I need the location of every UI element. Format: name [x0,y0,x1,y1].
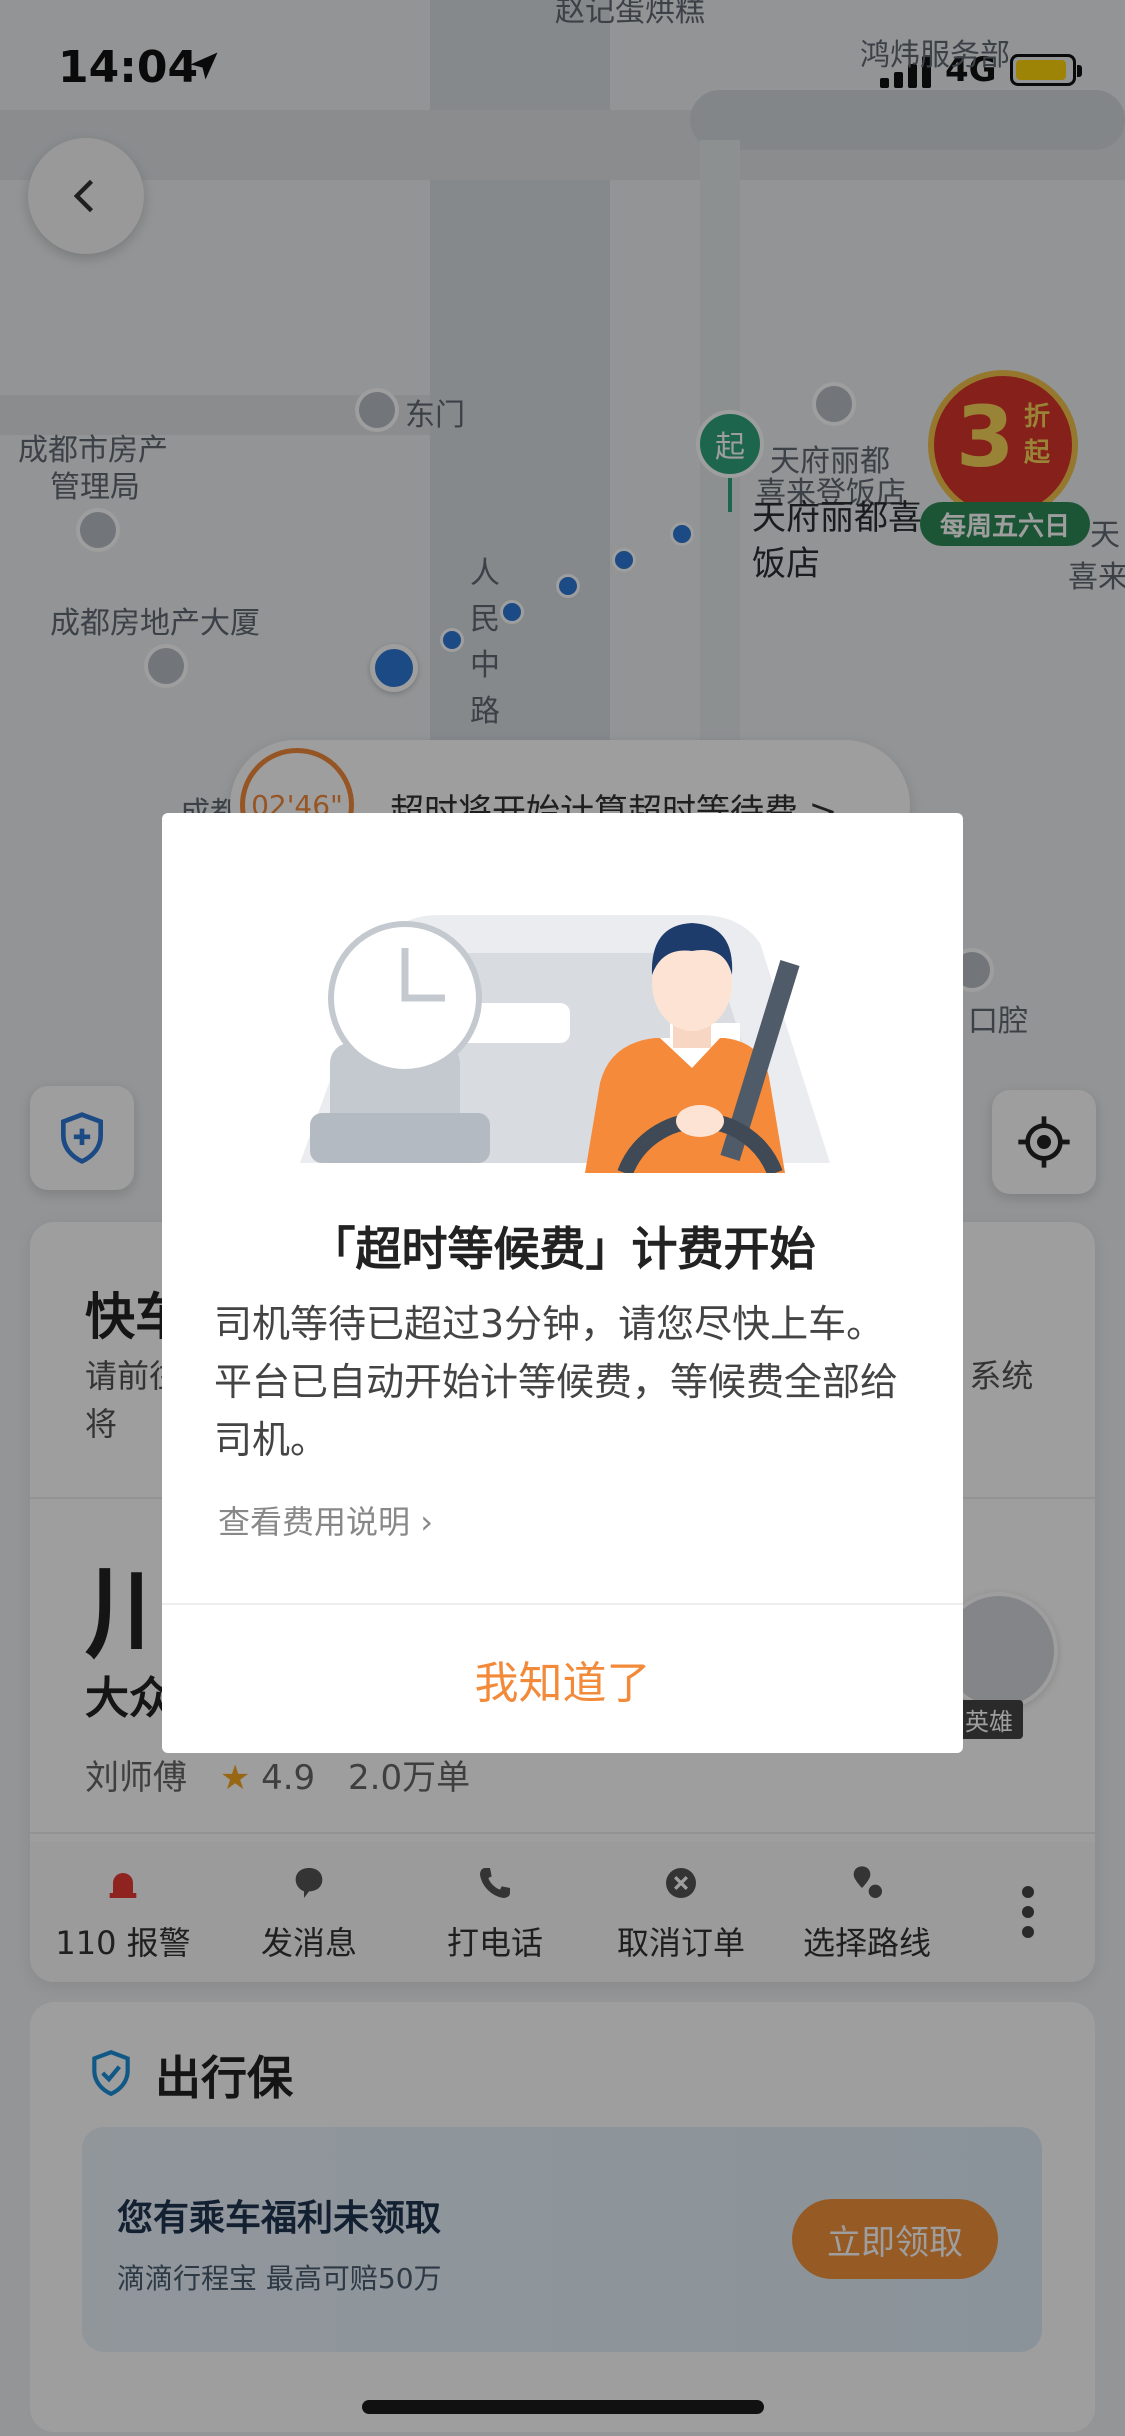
dialog-title: 「超时等候费」计费开始 [309,1222,816,1276]
driver-waiting-illustration [300,915,830,1173]
wait-fee-dialog: 「超时等候费」计费开始 司机等待已超过3分钟，请您尽快上车。平台已自动开始计等候… [162,813,963,1753]
chevron-right-icon: › [420,1503,433,1541]
dialog-body: 司机等待已超过3分钟，请您尽快上车。平台已自动开始计等候费，等候费全部给司机。 [214,1302,899,1462]
fee-explanation-label: 查看费用说明 [218,1503,411,1541]
home-indicator [362,2400,764,2414]
fee-explanation-link[interactable]: 查看费用说明 › [218,1497,433,1543]
acknowledge-button[interactable]: 我知道了 [162,1605,963,1753]
